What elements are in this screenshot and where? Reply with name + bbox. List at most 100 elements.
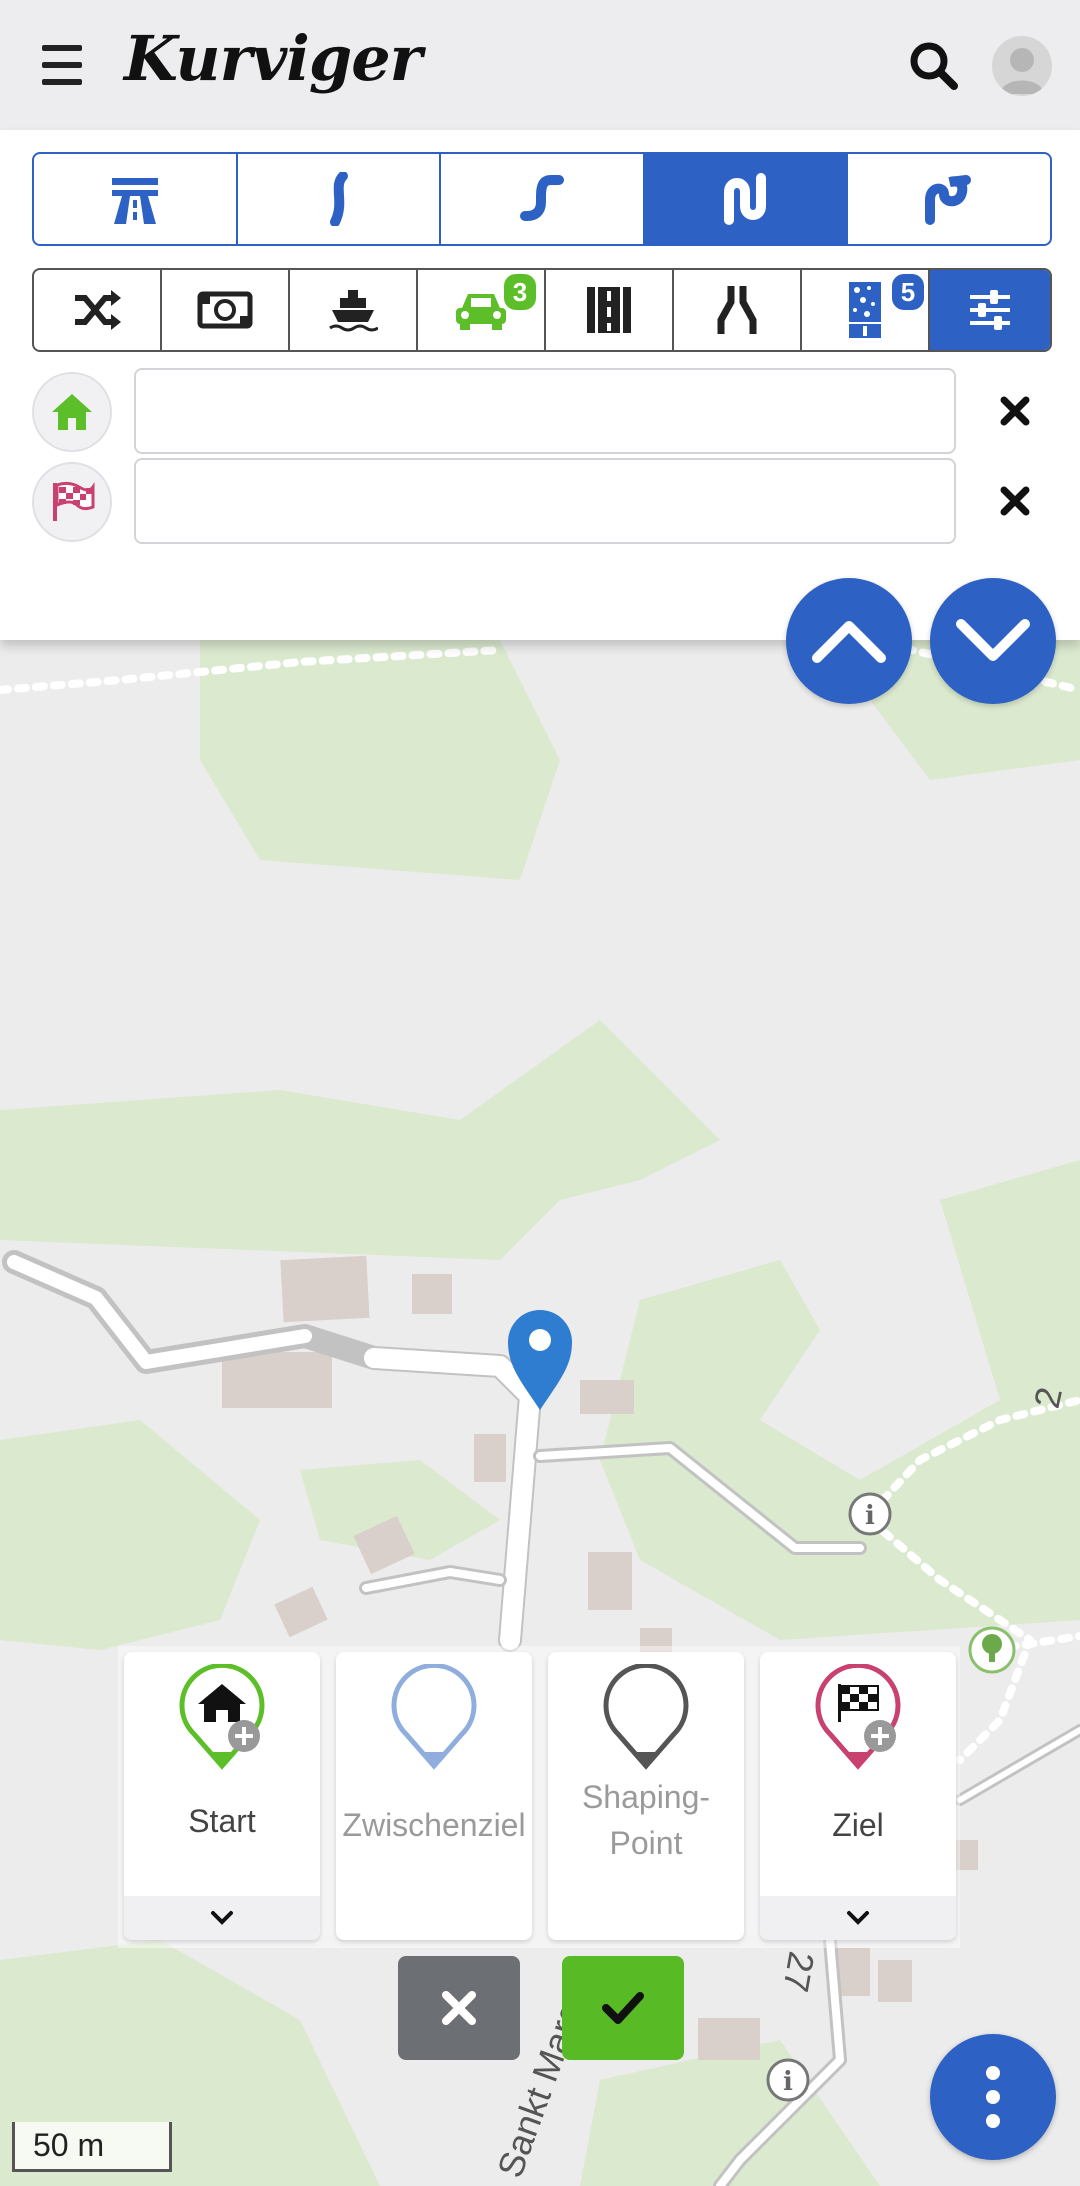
curviness-selector: [32, 152, 1052, 246]
via-type-card[interactable]: Zwischenziel: [336, 1652, 532, 1940]
svg-text:i: i: [783, 2067, 793, 2097]
checkmark-icon: [602, 1992, 644, 2024]
curviness-curvier-button[interactable]: [441, 154, 645, 244]
shaping-type-label-line2: Point: [609, 1825, 683, 1861]
forest-area: [200, 640, 560, 880]
road-icon: [587, 287, 631, 333]
confirm-button[interactable]: [562, 1956, 684, 2060]
surface-icon: [849, 282, 881, 338]
via-type-label: Zwischenziel: [342, 1807, 526, 1843]
car-icon: [456, 294, 506, 330]
map-scale-bar: 50 m: [12, 2122, 172, 2172]
building: [412, 1274, 452, 1314]
checkered-flag-icon: [53, 481, 95, 521]
curviness-extra-curvy-button[interactable]: [644, 154, 849, 244]
narrow-road-icon: [717, 286, 757, 334]
chevron-down-icon: [211, 1911, 233, 1925]
chevron-down-icon: [847, 1911, 869, 1925]
chevron-up-icon: [812, 621, 886, 663]
ferry-option-button[interactable]: [290, 270, 418, 350]
more-vertical-icon: [986, 2066, 1000, 2080]
search-button[interactable]: [904, 36, 964, 96]
curve-icon: [519, 175, 564, 221]
forest-area: [0, 1420, 260, 1650]
sliders-icon: [970, 290, 1010, 330]
destination-type-card[interactable]: Ziel: [760, 1652, 956, 1940]
start-marker[interactable]: [32, 372, 112, 452]
start-pin-icon: [179, 1664, 265, 1770]
svg-text:i: i: [865, 1501, 875, 1531]
building: [474, 1434, 506, 1482]
building: [222, 1352, 332, 1408]
start-type-dropdown[interactable]: [124, 1896, 320, 1940]
hamburger-icon: [42, 45, 82, 51]
tree-poi-icon[interactable]: [968, 1626, 1016, 1674]
building: [274, 1586, 328, 1638]
building: [580, 1380, 634, 1414]
curviness-curvy-button[interactable]: [238, 154, 442, 244]
narrow-roads-option-button[interactable]: [674, 270, 802, 350]
start-type-label: Start: [188, 1803, 256, 1839]
ferry-icon: [329, 290, 378, 332]
road-type-option-button[interactable]: [546, 270, 674, 350]
building: [280, 1255, 370, 1323]
app-logo: Kurviger: [124, 22, 422, 95]
waypoint-type-selector: Start Zwischenziel Shaping- Point Ziel: [118, 1646, 960, 1948]
destination-input[interactable]: [134, 458, 956, 544]
close-icon: [1000, 396, 1030, 426]
destination-waypoint-row: [32, 458, 1072, 544]
curviness-curviest-button[interactable]: [848, 154, 1050, 244]
route-settings-button[interactable]: [930, 270, 1050, 350]
forest-area: [0, 1020, 720, 1260]
info-poi-icon[interactable]: i: [848, 1492, 892, 1536]
vehicle-option-button[interactable]: 3: [418, 270, 546, 350]
destination-type-label: Ziel: [832, 1807, 884, 1843]
route-options-bar: 3 5: [32, 268, 1052, 352]
highway-icon: [111, 178, 158, 224]
destination-type-dropdown[interactable]: [760, 1896, 956, 1940]
route-planning-panel: 3 5: [0, 130, 1080, 640]
start-input[interactable]: [134, 368, 956, 454]
close-icon: [1000, 486, 1030, 516]
app-header: Kurviger: [0, 0, 1080, 130]
building: [698, 2018, 760, 2060]
more-options-button[interactable]: [930, 2034, 1056, 2160]
roundtrip-option-button[interactable]: [34, 270, 162, 350]
surface-count-badge: 5: [892, 274, 924, 310]
chevron-down-icon: [956, 619, 1030, 661]
curviness-fastest-button[interactable]: [34, 154, 238, 244]
hamburger-menu-button[interactable]: [34, 40, 90, 90]
toll-option-button[interactable]: [162, 270, 290, 350]
vehicle-count-badge: 3: [504, 274, 536, 310]
building: [588, 1552, 632, 1610]
shaping-point-type-card[interactable]: Shaping- Point: [548, 1652, 744, 1940]
clear-start-button[interactable]: [992, 388, 1038, 434]
building: [836, 1948, 870, 1996]
start-waypoint-row: [32, 368, 1072, 454]
surface-option-button[interactable]: 5: [802, 270, 930, 350]
max-curve-icon: [925, 175, 972, 225]
via-pin-icon: [391, 1664, 477, 1770]
user-avatar-button[interactable]: [992, 36, 1052, 96]
info-poi-icon[interactable]: i: [766, 2058, 810, 2102]
cancel-button[interactable]: [398, 1956, 520, 2060]
forest-area: [600, 1160, 1080, 1640]
road-label: 27: [775, 1949, 822, 1996]
expand-panel-button[interactable]: [930, 578, 1056, 704]
clear-destination-button[interactable]: [992, 478, 1038, 524]
start-type-card[interactable]: Start: [124, 1652, 320, 1940]
home-icon: [52, 394, 92, 430]
user-avatar-icon: [1000, 48, 1044, 94]
destination-pin-icon: [815, 1664, 901, 1770]
close-icon: [442, 1991, 476, 2025]
money-icon: [197, 291, 253, 329]
destination-marker[interactable]: [32, 462, 112, 542]
collapse-panel-button[interactable]: [786, 578, 912, 704]
extra-curve-icon: [723, 173, 766, 225]
slight-curve-icon: [330, 172, 349, 226]
shuffle-icon: [75, 290, 121, 330]
shaping-pin-icon: [603, 1664, 689, 1770]
building: [878, 1960, 912, 2002]
search-icon: [910, 42, 958, 90]
shaping-type-label-line1: Shaping-: [581, 1779, 711, 1815]
